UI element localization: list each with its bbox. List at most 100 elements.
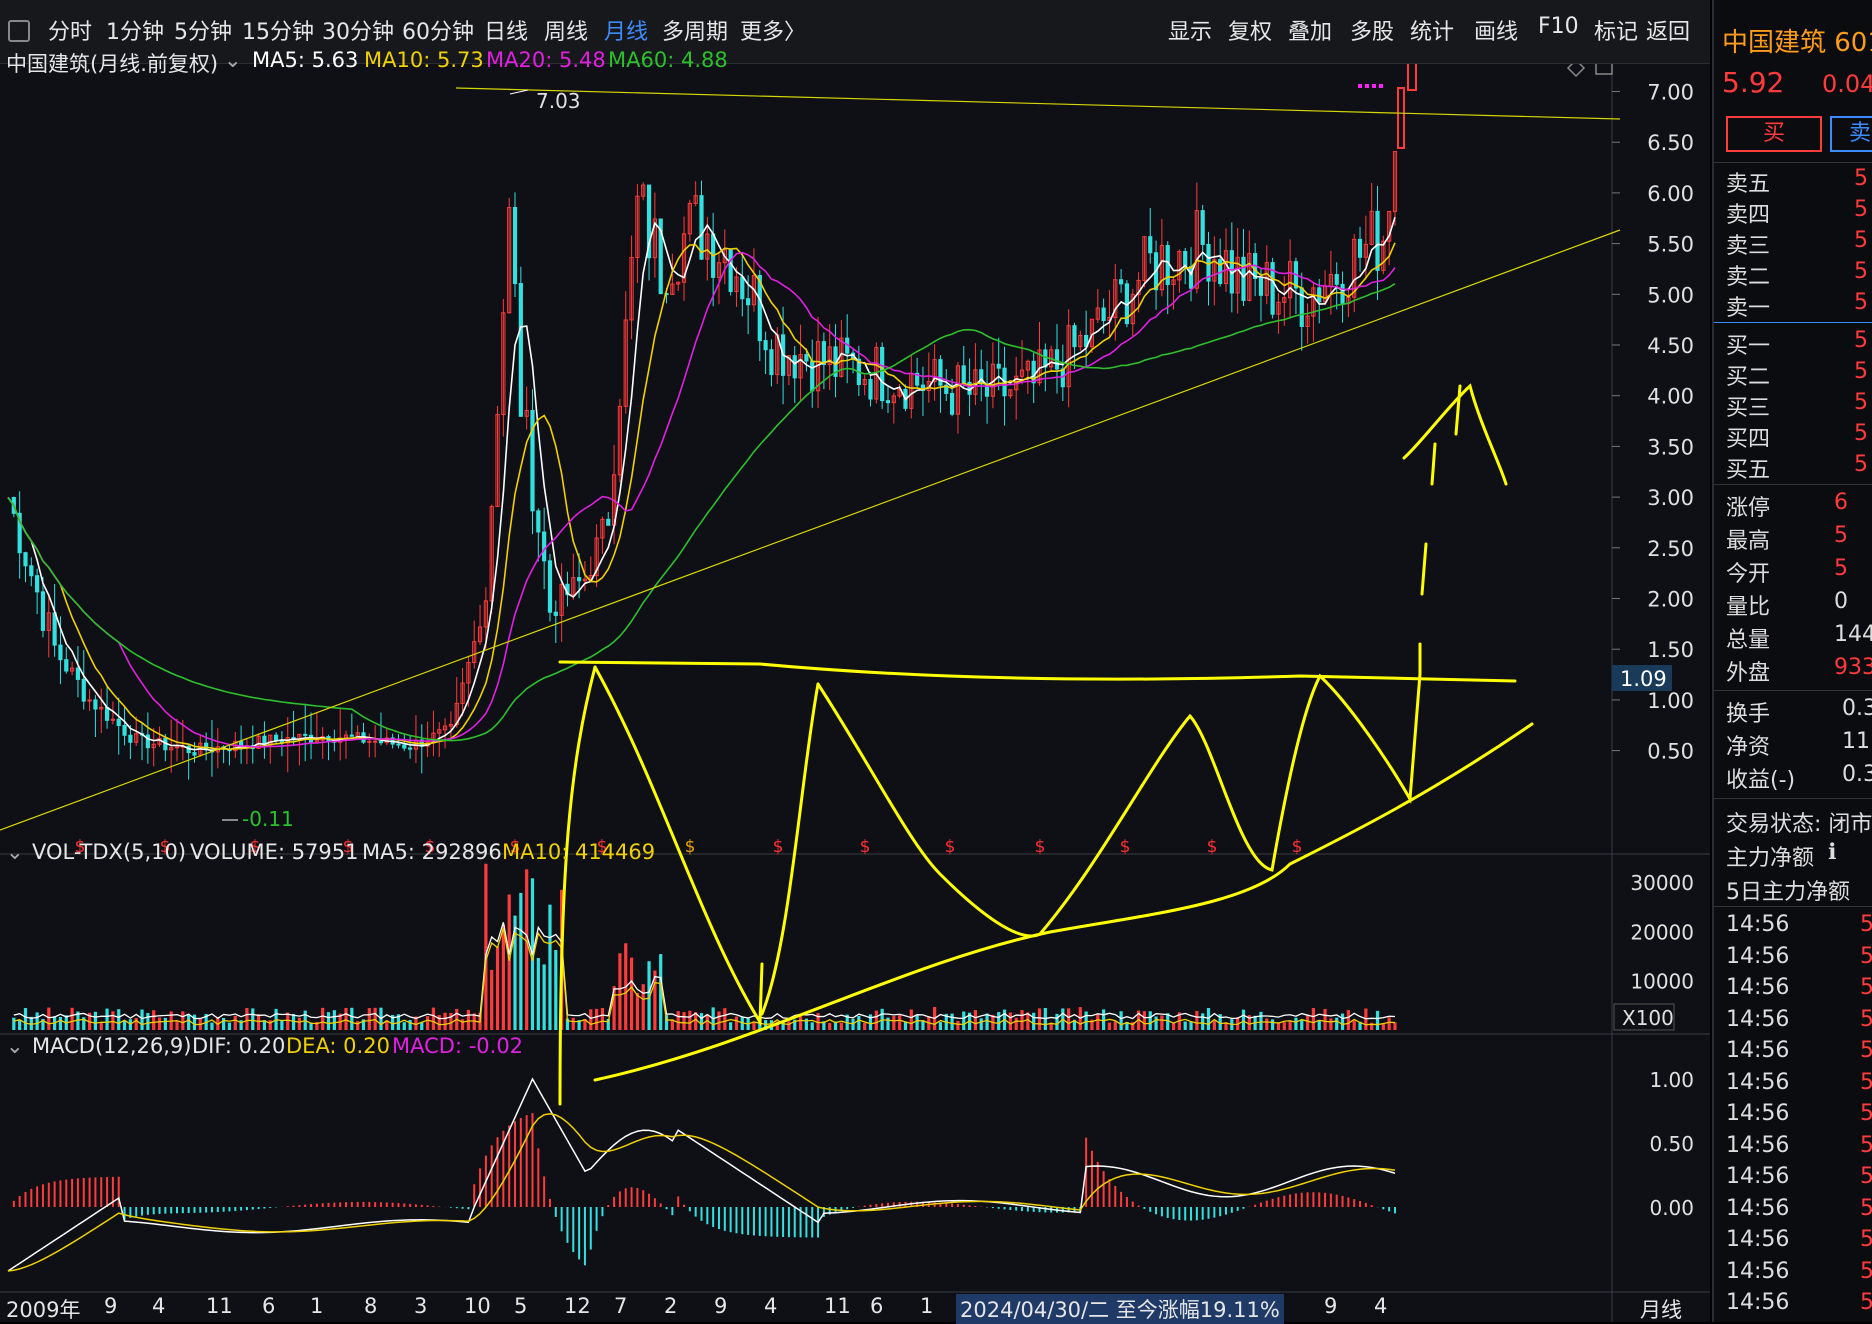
x-label-11: 7 (614, 1294, 628, 1318)
candle-body (996, 363, 1001, 369)
price-label-10: 2.00 (1647, 588, 1694, 612)
volume-bar (12, 1017, 16, 1030)
buy-button[interactable]: 买 (1726, 116, 1822, 152)
volume-bar (629, 957, 634, 1030)
volume-bar (909, 1009, 913, 1030)
candle-body (1299, 287, 1304, 327)
ask-label-4: 卖一 (1726, 296, 1771, 321)
toolbar-9[interactable]: 多周期 (662, 14, 728, 46)
volume-bar (874, 1010, 878, 1030)
toolbar-8[interactable]: 月线 (604, 14, 648, 46)
stat-value-4: 144.4 (1834, 622, 1872, 647)
x-label-9: 5 (514, 1294, 528, 1318)
toolbar-0[interactable]: 分时 (48, 14, 92, 46)
candle-body (122, 724, 127, 736)
toolbar-5[interactable]: 60分钟 (402, 14, 474, 46)
hand-stroke-7 (1420, 542, 1428, 596)
toolbar-4[interactable]: 30分钟 (322, 14, 394, 46)
hand-stroke-6 (1038, 642, 1422, 936)
volume-bar (548, 904, 552, 1030)
volume-bar (1282, 1022, 1286, 1030)
candle-body (273, 734, 279, 741)
volume-bar (152, 1010, 156, 1030)
volume-bar (1160, 1015, 1164, 1030)
stat-label-3: 量比 (1726, 595, 1771, 620)
volume-bar (1055, 1013, 1059, 1030)
toolbar-2[interactable]: 5分钟 (174, 14, 232, 46)
toolbar-right-2[interactable]: 叠加 (1288, 14, 1332, 46)
volume-bar (1154, 1016, 1158, 1030)
toolbar-right-1[interactable]: 复权 (1228, 14, 1272, 46)
stock-name: 中国建筑 601 (1722, 28, 1872, 58)
ask-value-3: 5 (1854, 259, 1868, 284)
candle-body (577, 577, 582, 582)
stat-label-5: 外盘 (1726, 661, 1771, 686)
hand-stroke-10 (1454, 384, 1462, 436)
dividend-marker-8: $ (773, 837, 784, 857)
vol-ma10-value: MA10: 414469 (502, 840, 656, 864)
volume-bar (117, 1009, 121, 1030)
candle-body (1060, 368, 1065, 388)
toolbar-10[interactable]: 更多〉 (740, 14, 806, 46)
volume-bar (1014, 1017, 1018, 1030)
candle-body (81, 678, 86, 702)
candle-body (52, 612, 57, 646)
toolbar-right-8[interactable]: 返回 (1646, 14, 1690, 46)
volume-bar (1148, 1011, 1152, 1030)
toolbar-right-0[interactable]: 显示 (1168, 14, 1212, 46)
panel-toggle-icon[interactable] (8, 20, 30, 42)
toolbar-7[interactable]: 周线 (544, 14, 588, 46)
diamond-icon (1566, 64, 1586, 78)
toolbar-6[interactable]: 日线 (484, 14, 528, 46)
main-flow5-label: 5日主力净额 (1726, 880, 1850, 905)
candle-body (64, 659, 69, 672)
volume-bar (356, 1021, 360, 1030)
tick-value-8: 5 (1860, 1164, 1872, 1189)
sell-button[interactable]: 卖 (1830, 116, 1872, 152)
toolbar-right-5[interactable]: 画线 (1474, 14, 1518, 46)
toolbar-right-4[interactable]: 统计 (1410, 14, 1454, 46)
toolbar-right-6[interactable]: F10 (1538, 14, 1579, 39)
tick-value-3: 5 (1860, 1007, 1872, 1032)
vol-label-0: 30000 (1630, 871, 1694, 895)
candle-body (192, 752, 197, 756)
toolbar-3[interactable]: 15分钟 (242, 14, 314, 46)
toolbar-right-7[interactable]: 标记 (1594, 14, 1638, 46)
chart-canvas[interactable]: 7.00 6.50 6.00 5.50 5.00 4.50 4.00 3.50 3.00 2.50… (0, 64, 1710, 1322)
volume-bar (1393, 1022, 1397, 1030)
ma10-line (7, 242, 1396, 751)
volume-bar (1335, 1017, 1339, 1030)
price-label-9: 2.50 (1647, 537, 1694, 561)
volume-bar (962, 1011, 966, 1030)
dividend-marker-14: $ (1292, 837, 1303, 857)
candle-body (116, 718, 121, 726)
volume-bar (542, 964, 546, 1030)
volume-bar (175, 1021, 179, 1030)
trendline-top (455, 87, 1621, 120)
volume-bar (187, 1014, 191, 1030)
toolbar-right-3[interactable]: 多股 (1350, 14, 1394, 46)
price-label-2: 6.00 (1647, 182, 1694, 206)
hand-stroke-5 (816, 682, 1042, 938)
volume-bar (705, 1014, 709, 1030)
kline-chart[interactable]: 7.00 6.50 6.00 5.50 5.00 4.50 4.00 3.50 3.00 2.50… (0, 48, 1710, 1324)
stat2-value-0: 0.3 (1842, 696, 1872, 721)
ask-label-1: 卖四 (1726, 203, 1771, 228)
tick-value-6: 5 (1860, 1101, 1872, 1126)
volume-bar (898, 1013, 902, 1030)
bid-value-4: 5 (1854, 452, 1868, 477)
volume-bar (1096, 1013, 1100, 1030)
candle-body (35, 575, 40, 593)
volume-bar (600, 1008, 605, 1030)
candle-body (128, 734, 133, 743)
ma60-value: MA60: 4.88 (608, 48, 728, 72)
tick-time-3: 14:56 (1726, 1006, 1790, 1032)
candle-body (961, 365, 966, 383)
tick-value-7: 5 (1860, 1133, 1872, 1158)
bid-label-0: 买一 (1726, 334, 1771, 359)
tick-value-0: 5 (1860, 912, 1872, 937)
x-label-14: 4 (764, 1294, 778, 1318)
stat-value-2: 5 (1834, 556, 1848, 581)
volume-bar (408, 1020, 412, 1030)
toolbar-1[interactable]: 1分钟 (106, 14, 164, 46)
